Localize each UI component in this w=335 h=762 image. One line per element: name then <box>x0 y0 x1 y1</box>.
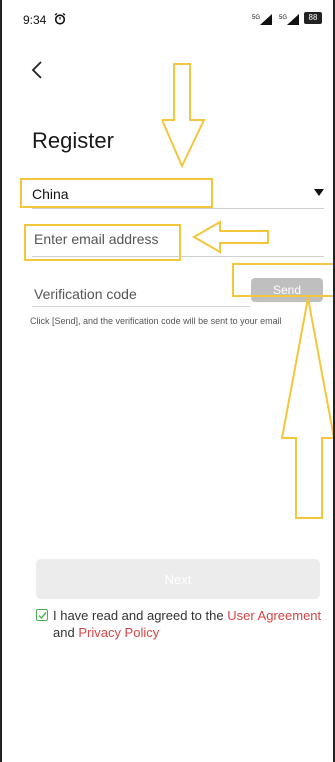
register-screen: 9:34 5G 5G 88 Register China Send Cli <box>0 0 335 762</box>
agreement-and: and <box>53 625 75 640</box>
annotation-arrow-down-icon <box>162 63 206 169</box>
next-button[interactable]: Next <box>36 559 320 599</box>
verification-code-input[interactable] <box>32 285 236 303</box>
country-selector[interactable]: China <box>32 178 324 209</box>
user-agreement-link[interactable]: User Agreement <box>227 608 321 623</box>
agreement-text: I have read and agreed to the User Agree… <box>36 607 326 641</box>
send-code-button[interactable]: Send <box>251 278 323 302</box>
annotation-arrow-up-icon <box>280 297 333 519</box>
alarm-icon <box>54 13 66 25</box>
verification-hint: Click [Send], and the verification code … <box>30 316 282 326</box>
status-bar: 9:34 5G 5G 88 <box>2 0 333 34</box>
email-field-row <box>32 222 324 257</box>
page-title: Register <box>32 128 114 153</box>
dropdown-arrow-icon <box>314 189 324 196</box>
email-input[interactable] <box>32 230 186 248</box>
verification-code-row <box>32 280 250 307</box>
country-value: China <box>32 186 69 202</box>
signal-icon: 5G <box>252 14 272 25</box>
privacy-policy-link[interactable]: Privacy Policy <box>78 625 159 640</box>
status-time: 9:34 <box>23 13 47 27</box>
checkbox-icon[interactable] <box>36 609 48 621</box>
chevron-left-icon[interactable] <box>28 58 48 82</box>
agreement-prefix: I have read and agreed to the <box>53 608 224 623</box>
signal-label: 5G <box>279 15 287 21</box>
signal-label: 5G <box>252 15 260 21</box>
battery-indicator: 88 <box>304 12 322 24</box>
check-icon <box>38 611 47 619</box>
signal-icon: 5G <box>279 14 299 25</box>
agreement-row: I have read and agreed to the User Agree… <box>36 607 326 641</box>
